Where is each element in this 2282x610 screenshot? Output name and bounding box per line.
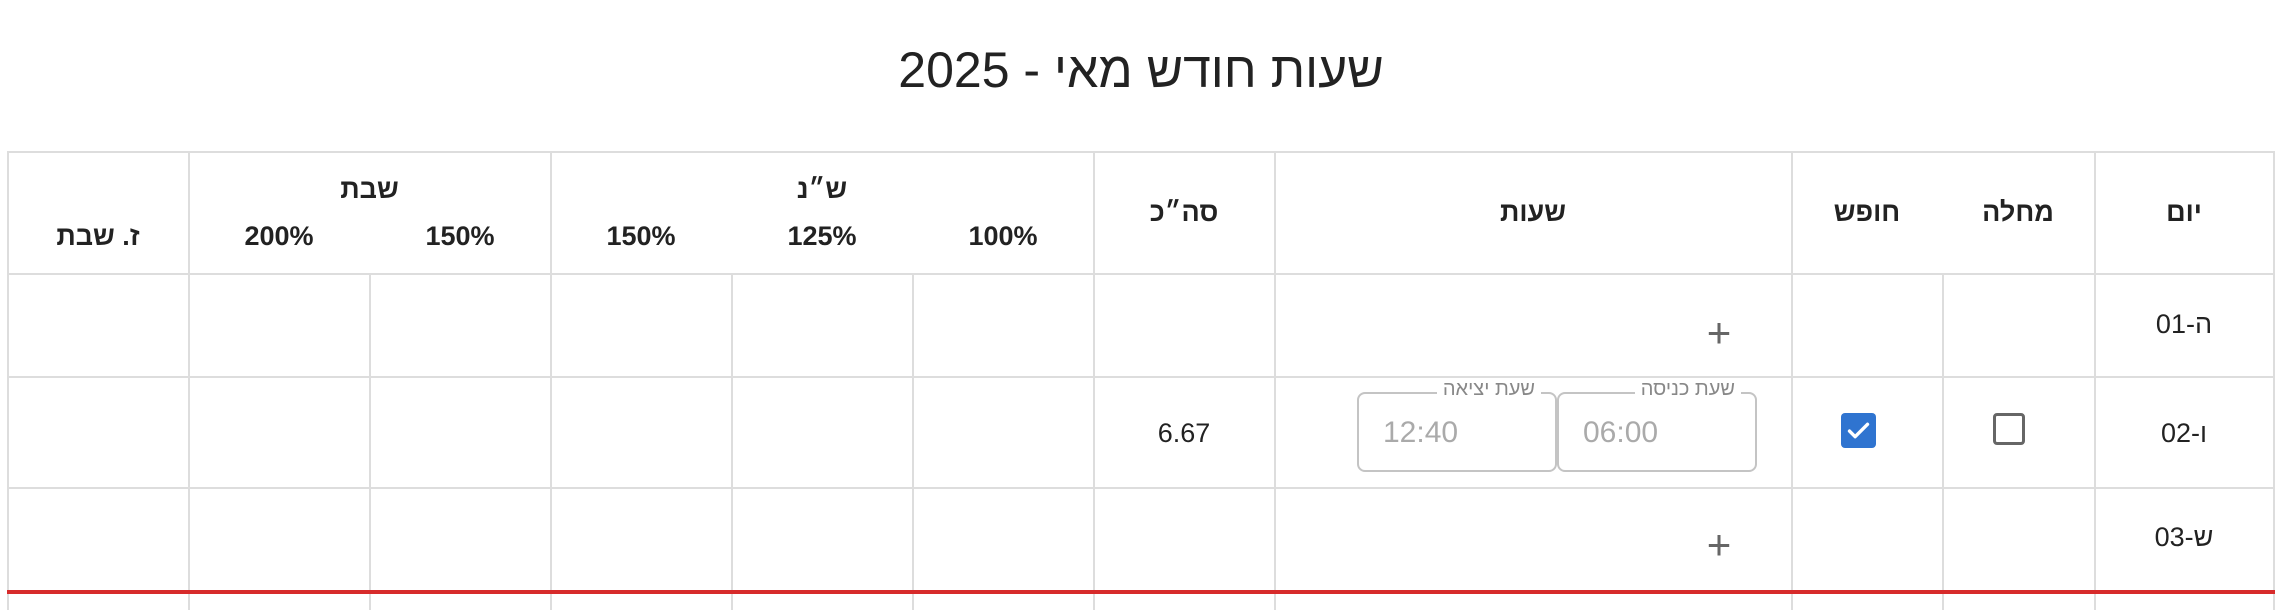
table-border-left <box>7 151 9 610</box>
table-border-top <box>7 151 2275 153</box>
col-divider <box>369 273 371 610</box>
row-divider <box>7 273 2275 275</box>
total-hours: 6.67 <box>1157 418 1211 448</box>
header-sick: מחלה <box>1982 197 2054 227</box>
header-vacation: חופש <box>1833 197 1901 227</box>
row-divider <box>7 376 2275 378</box>
header-shabbat-150: 150% <box>425 221 495 251</box>
header-hours: שעות <box>1500 197 1566 227</box>
day-label: ו-02 <box>2160 418 2208 448</box>
exit-time-label: שעת יציאה <box>1436 378 1541 401</box>
sick-checkbox[interactable] <box>1993 413 2025 445</box>
col-divider <box>550 151 552 610</box>
exit-time-field[interactable]: שעת יציאה 12:40 <box>1357 378 1557 472</box>
table-border-right <box>2273 151 2275 610</box>
page-title: שעות חודש מאי - 2025 <box>898 42 1384 98</box>
header-shabbat-200: 200% <box>244 221 314 251</box>
col-divider <box>1942 273 1944 610</box>
entry-time-field[interactable]: שעת כניסה 06:00 <box>1557 378 1757 472</box>
header-weekday-100: 100% <box>968 221 1038 251</box>
add-hours-button[interactable]: + <box>1699 524 1739 566</box>
entry-time-label: שעת כניסה <box>1634 378 1741 401</box>
header-total: סה״כ <box>1149 197 1219 227</box>
header-shabbat-group: שבת <box>340 174 399 204</box>
hours-table: יום מחלה חופש שעות סה״כ ש״נ 100% 125% 15… <box>7 151 2275 610</box>
col-divider <box>188 151 190 610</box>
check-icon <box>1847 422 1870 439</box>
current-day-indicator <box>7 590 2275 594</box>
vacation-checkbox[interactable] <box>1841 413 1876 448</box>
header-shabbat-z: ז. שבת <box>56 221 140 251</box>
exit-time-value: 12:40 <box>1383 416 1459 449</box>
row-divider <box>7 487 2275 489</box>
entry-time-value: 06:00 <box>1583 416 1659 449</box>
day-label: ש-03 <box>2154 522 2214 552</box>
day-label: ה-01 <box>2155 309 2213 339</box>
header-weekday-150: 150% <box>606 221 676 251</box>
header-weekday-125: 125% <box>787 221 857 251</box>
col-divider <box>912 273 914 610</box>
col-divider <box>731 273 733 610</box>
add-hours-button[interactable]: + <box>1699 312 1739 354</box>
header-day: יום <box>2166 197 2202 227</box>
header-weekday-group: ש״נ <box>796 174 848 204</box>
